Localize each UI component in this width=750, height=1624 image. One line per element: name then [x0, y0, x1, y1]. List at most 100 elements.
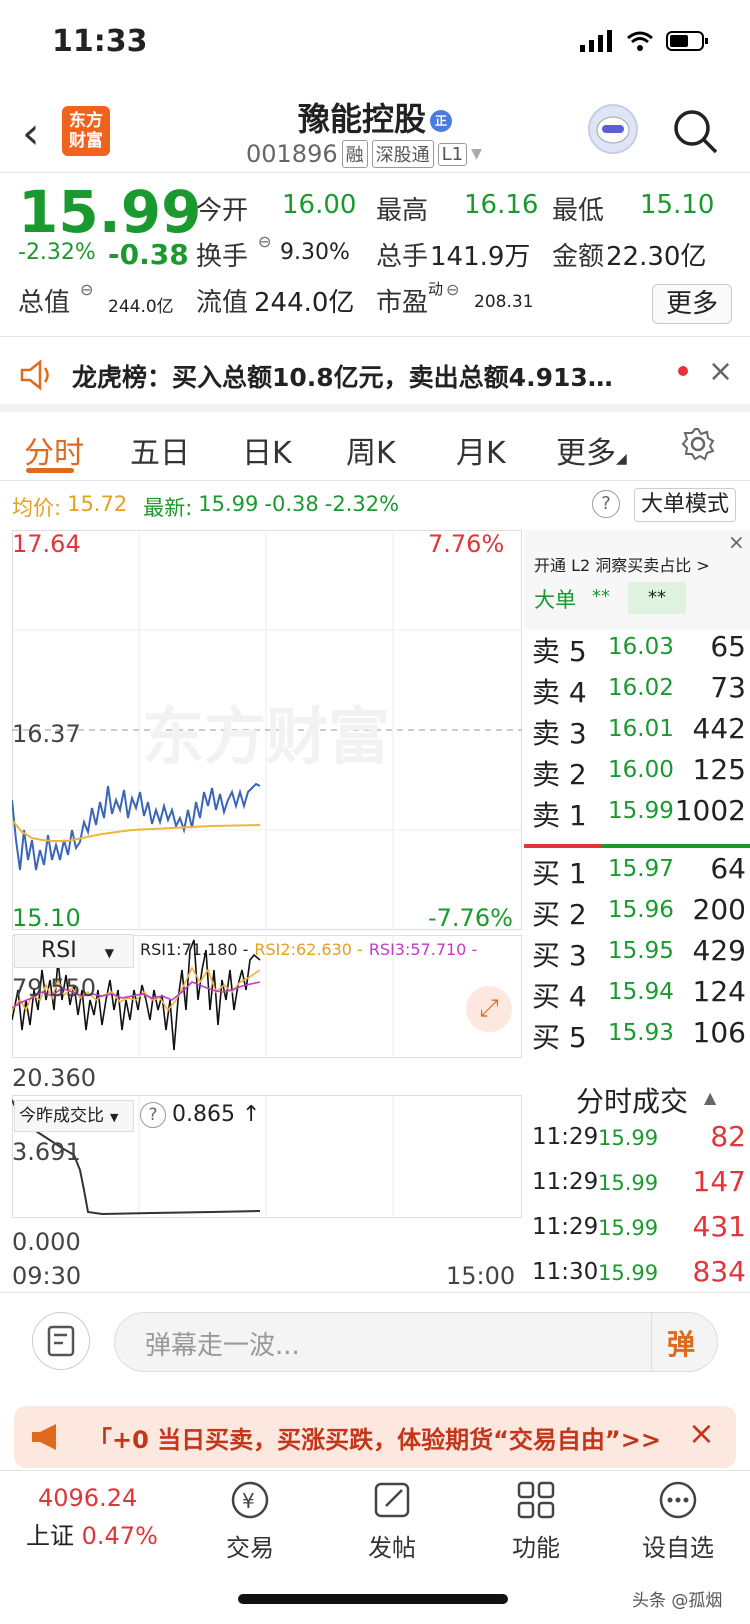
pe-sup: 动 [428, 280, 444, 298]
ask-price: 16.02 [608, 675, 674, 701]
bid-volume: 200 [692, 893, 746, 926]
volume-label: 总手 [376, 242, 429, 272]
danmu-toggle-button[interactable] [32, 1312, 90, 1370]
more-button[interactable]: 更多 [652, 284, 732, 324]
promo-banner[interactable]: 「+0 当日买卖，买涨买跌，体验期货“交易自由”>> × [14, 1406, 736, 1468]
trades-title: 分时成交 [576, 1085, 689, 1118]
caret-icon: ◢ [616, 451, 627, 467]
trade-volume: 834 [692, 1255, 746, 1288]
tag-level: L1 [437, 142, 468, 166]
bid-price: 15.94 [608, 979, 674, 1005]
bid-price: 15.96 [608, 897, 674, 923]
bid-row: 买 1 15.97 64 [524, 852, 750, 892]
tab-weekly-k[interactable]: 周K [346, 428, 396, 472]
promo-text: 「+0 当日买卖，买涨买跌，体验期货“交易自由”>> [88, 1426, 661, 1454]
current-price: 15.99 [18, 178, 202, 246]
l2-promo[interactable]: 开通 L2 洞察买卖占比 > × 大单 ** ** [524, 530, 750, 630]
caret-down-icon: ▼ [110, 1111, 119, 1124]
trade-volume: 147 [692, 1165, 746, 1198]
nav-watchlist-label: 设自选 [642, 1534, 714, 1562]
danmu-settings-icon [47, 1325, 75, 1357]
danmu-input[interactable]: 弹幕走一波... 弹 [114, 1312, 718, 1372]
change-value: -0.38 [108, 238, 189, 271]
ask-volume: 73 [710, 671, 746, 704]
caret-up-icon: ▲ [704, 1088, 717, 1107]
danmu-placeholder: 弹幕走一波... [145, 1331, 300, 1361]
rsi-select[interactable]: RSI ▼ [14, 934, 134, 968]
low-value: 15.10 [640, 190, 715, 220]
bid-label: 买 4 [532, 980, 587, 1013]
tab-monthly-k[interactable]: 月K [456, 428, 506, 472]
nav-post-label: 发帖 [368, 1534, 416, 1562]
mktcap-value: 244.0亿 [108, 297, 174, 317]
settings-gear-icon[interactable] [680, 426, 716, 462]
rsi-y-top: 79.550 [12, 974, 96, 1002]
help-icon[interactable]: ? [140, 1102, 166, 1128]
index-ticker[interactable]: 4096.24 上证 0.47% [26, 1484, 176, 1551]
divider [0, 480, 750, 481]
bid-row: 买 4 15.94 124 [524, 975, 750, 1015]
index-name: 上证 [26, 1522, 74, 1550]
bid-label: 买 5 [532, 1021, 587, 1054]
ask-label: 卖 4 [532, 676, 587, 709]
y-axis-mid: 16.37 [12, 720, 81, 748]
close-icon[interactable]: × [688, 1414, 715, 1452]
bid-volume: 64 [710, 852, 746, 885]
chart-legend: 均价: 15.72 最新: 15.99 -0.38 -2.32% [12, 492, 399, 522]
divider [0, 172, 750, 173]
more-dots-icon [659, 1481, 697, 1519]
bid-price: 15.95 [608, 938, 674, 964]
robot-avatar[interactable] [588, 104, 638, 154]
pe-value: 208.31 [474, 292, 534, 312]
big-order-label: 大单 [534, 588, 576, 612]
low-label: 最低 [552, 196, 605, 226]
edit-icon [374, 1482, 410, 1518]
bid-label: 买 2 [532, 898, 587, 931]
stock-meta[interactable]: 001896 融 深股通 L1 ▼ [246, 140, 482, 168]
home-indicator [238, 1594, 508, 1604]
float-value: 244.0亿 [254, 288, 355, 318]
info-circle-icon[interactable]: ⊖ [80, 280, 93, 299]
ask-volume: 442 [692, 712, 746, 745]
pct-axis-bottom: -7.76% [428, 904, 513, 932]
nav-watchlist[interactable]: 设自选 [628, 1478, 728, 1563]
ask-price: 15.99 [608, 798, 674, 824]
search-icon[interactable] [672, 108, 718, 154]
bid-row: 买 5 15.93 106 [524, 1016, 750, 1056]
send-danmu-button[interactable]: 弹 [667, 1323, 695, 1363]
help-icon[interactable]: ? [592, 490, 620, 518]
close-icon[interactable]: × [708, 354, 733, 389]
ask-price: 16.03 [608, 634, 674, 660]
y-axis-bottom: 15.10 [12, 904, 81, 932]
nav-functions[interactable]: 功能 [486, 1478, 586, 1563]
rsi1-value: RSI1:71.180 - [140, 940, 249, 959]
vol-ratio-select[interactable]: 今昨成交比 ▼ [14, 1100, 134, 1132]
close-icon[interactable]: × [728, 530, 745, 554]
trade-volume: 82 [710, 1120, 746, 1153]
notice-bar[interactable]: 龙虎榜：买入总额10.8亿元，卖出总额4.913… × [0, 342, 750, 410]
vol-ratio-value: 0.865 ↑ [172, 1102, 261, 1127]
tab-five-day[interactable]: 五日 [130, 428, 190, 472]
l2-value2: ** [628, 582, 686, 614]
big-order-mode-button[interactable]: 大单模式 [634, 488, 736, 522]
rsi-y-bottom: 20.360 [12, 1064, 96, 1092]
info-circle-icon[interactable]: ⊖ [446, 280, 459, 299]
bid-volume: 106 [692, 1016, 746, 1049]
bid-row: 买 3 15.95 429 [524, 934, 750, 974]
info-circle-icon[interactable]: ⊖ [258, 232, 271, 251]
ask-row: 卖 2 16.00 125 [524, 753, 750, 793]
tab-intraday[interactable]: 分时 [24, 428, 84, 472]
index-value: 4096.24 [38, 1484, 138, 1512]
megaphone-icon [32, 1424, 56, 1450]
tab-daily-k[interactable]: 日K [242, 428, 292, 472]
tab-more[interactable]: 更多◢ [556, 428, 627, 472]
avg-value: 15.72 [67, 492, 128, 516]
expand-icon[interactable]: ⤢ [466, 986, 512, 1032]
avg-label: 均价: [12, 496, 62, 520]
nav-post[interactable]: 发帖 [342, 1478, 442, 1563]
divider [0, 1292, 750, 1293]
trades-header[interactable]: 分时成交 ▲ [524, 1074, 750, 1122]
trade-price: 15.99 [598, 1261, 659, 1285]
ask-row: 卖 1 15.99 1002 [524, 794, 750, 834]
nav-trade[interactable]: ¥ 交易 [200, 1478, 300, 1563]
